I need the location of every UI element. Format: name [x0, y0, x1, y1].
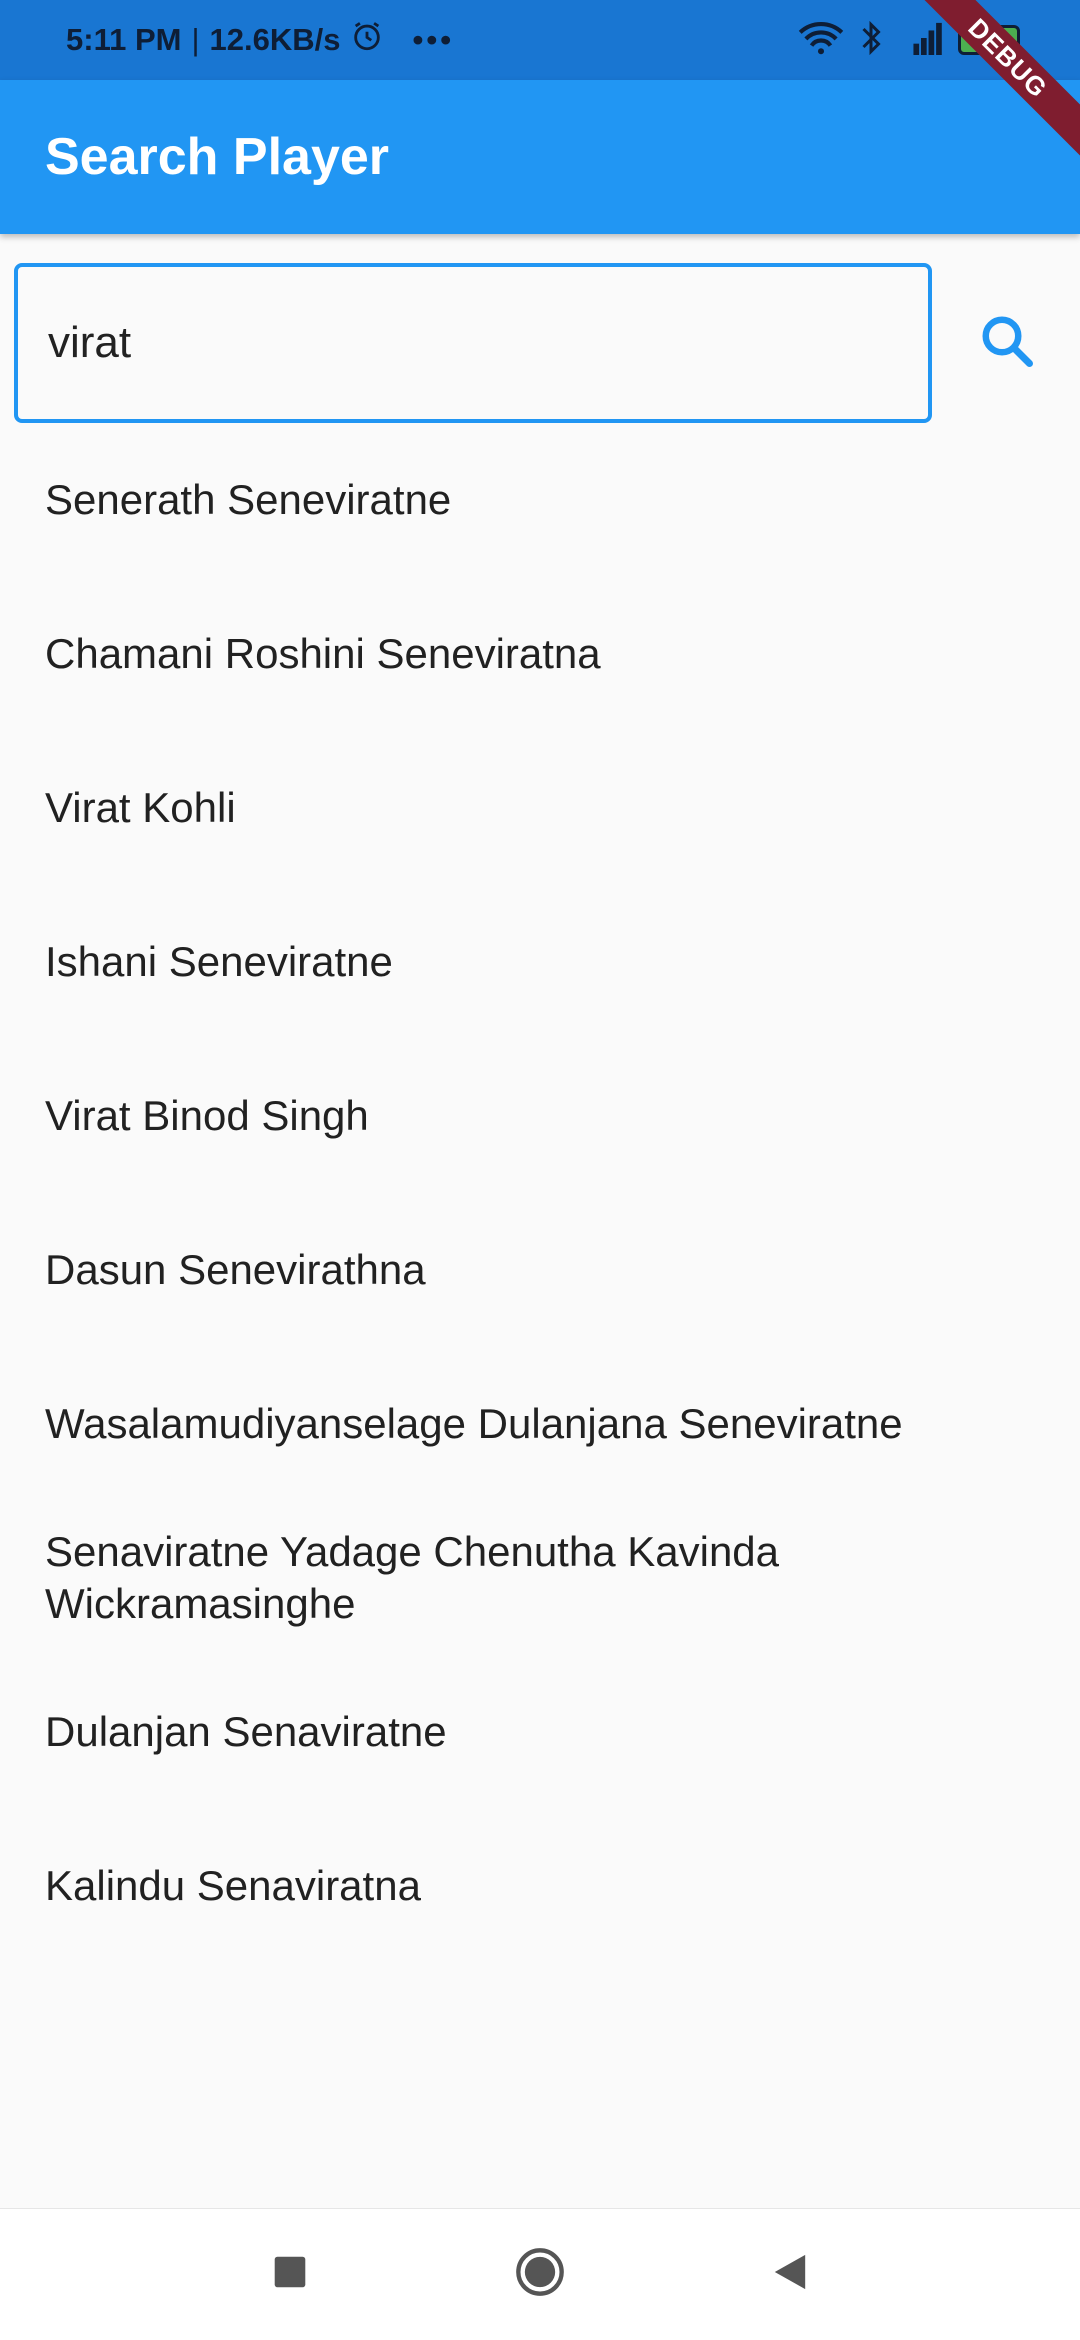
list-item[interactable]: Wasalamudiyanselage Dulanjana Seneviratn…: [0, 1347, 1080, 1501]
bluetooth-icon: [858, 20, 884, 61]
battery-level: 30: [958, 25, 1020, 55]
list-item-label: Wasalamudiyanselage Dulanjana Seneviratn…: [45, 1400, 903, 1447]
list-item-label: Virat Binod Singh: [45, 1092, 369, 1139]
status-separator: |: [191, 22, 200, 57]
list-item-label: Senaviratne Yadage Chenutha Kavinda Wick…: [45, 1528, 780, 1627]
search-icon: [977, 311, 1037, 376]
results-list: Senerath Seneviratne Chamani Roshini Sen…: [0, 423, 1080, 1963]
status-bar: 5:11 PM | 12.6KB/s ••• 30: [0, 0, 1080, 80]
square-icon: [273, 2255, 307, 2294]
search-button[interactable]: [962, 298, 1052, 388]
alarm-icon: [350, 19, 384, 61]
list-item-label: Dasun Senevirathna: [45, 1246, 426, 1293]
more-dots-icon: •••: [412, 22, 455, 57]
status-left: 5:11 PM | 12.6KB/s •••: [66, 19, 454, 61]
app-bar: Search Player: [0, 80, 1080, 234]
list-item[interactable]: Ishani Seneviratne: [0, 885, 1080, 1039]
list-item[interactable]: Senerath Seneviratne: [0, 423, 1080, 577]
back-button[interactable]: [760, 2245, 820, 2305]
list-item[interactable]: Kalindu Senaviratna: [0, 1809, 1080, 1963]
list-item[interactable]: Dulanjan Senaviratne: [0, 1655, 1080, 1809]
list-item[interactable]: Chamani Roshini Seneviratna: [0, 577, 1080, 731]
status-speed: 12.6KB/s: [209, 22, 341, 57]
list-item-label: Virat Kohli: [45, 784, 236, 831]
list-item-label: Kalindu Senaviratna: [45, 1862, 421, 1909]
list-item-label: Chamani Roshini Seneviratna: [45, 630, 601, 677]
list-item-label: Ishani Seneviratne: [45, 938, 393, 985]
page-title: Search Player: [45, 128, 390, 186]
search-input[interactable]: [14, 263, 932, 423]
list-item[interactable]: Virat Binod Singh: [0, 1039, 1080, 1193]
wifi-icon: [798, 21, 844, 60]
battery-icon: 30: [958, 25, 1020, 55]
circle-icon: [514, 2246, 566, 2303]
list-item-label: Senerath Seneviratne: [45, 476, 452, 523]
status-right: 30: [798, 20, 1020, 61]
list-item[interactable]: Dasun Senevirathna: [0, 1193, 1080, 1347]
home-button[interactable]: [510, 2245, 570, 2305]
back-triangle-icon: [771, 2253, 809, 2296]
signal-icon: [898, 21, 944, 60]
list-item[interactable]: Virat Kohli: [0, 731, 1080, 885]
search-row: [14, 263, 1066, 423]
recents-button[interactable]: [260, 2245, 320, 2305]
list-item[interactable]: Senaviratne Yadage Chenutha Kavinda Wick…: [0, 1501, 860, 1655]
list-item-label: Dulanjan Senaviratne: [45, 1708, 447, 1755]
status-time: 5:11 PM: [66, 22, 182, 57]
navigation-bar: [0, 2208, 1080, 2340]
